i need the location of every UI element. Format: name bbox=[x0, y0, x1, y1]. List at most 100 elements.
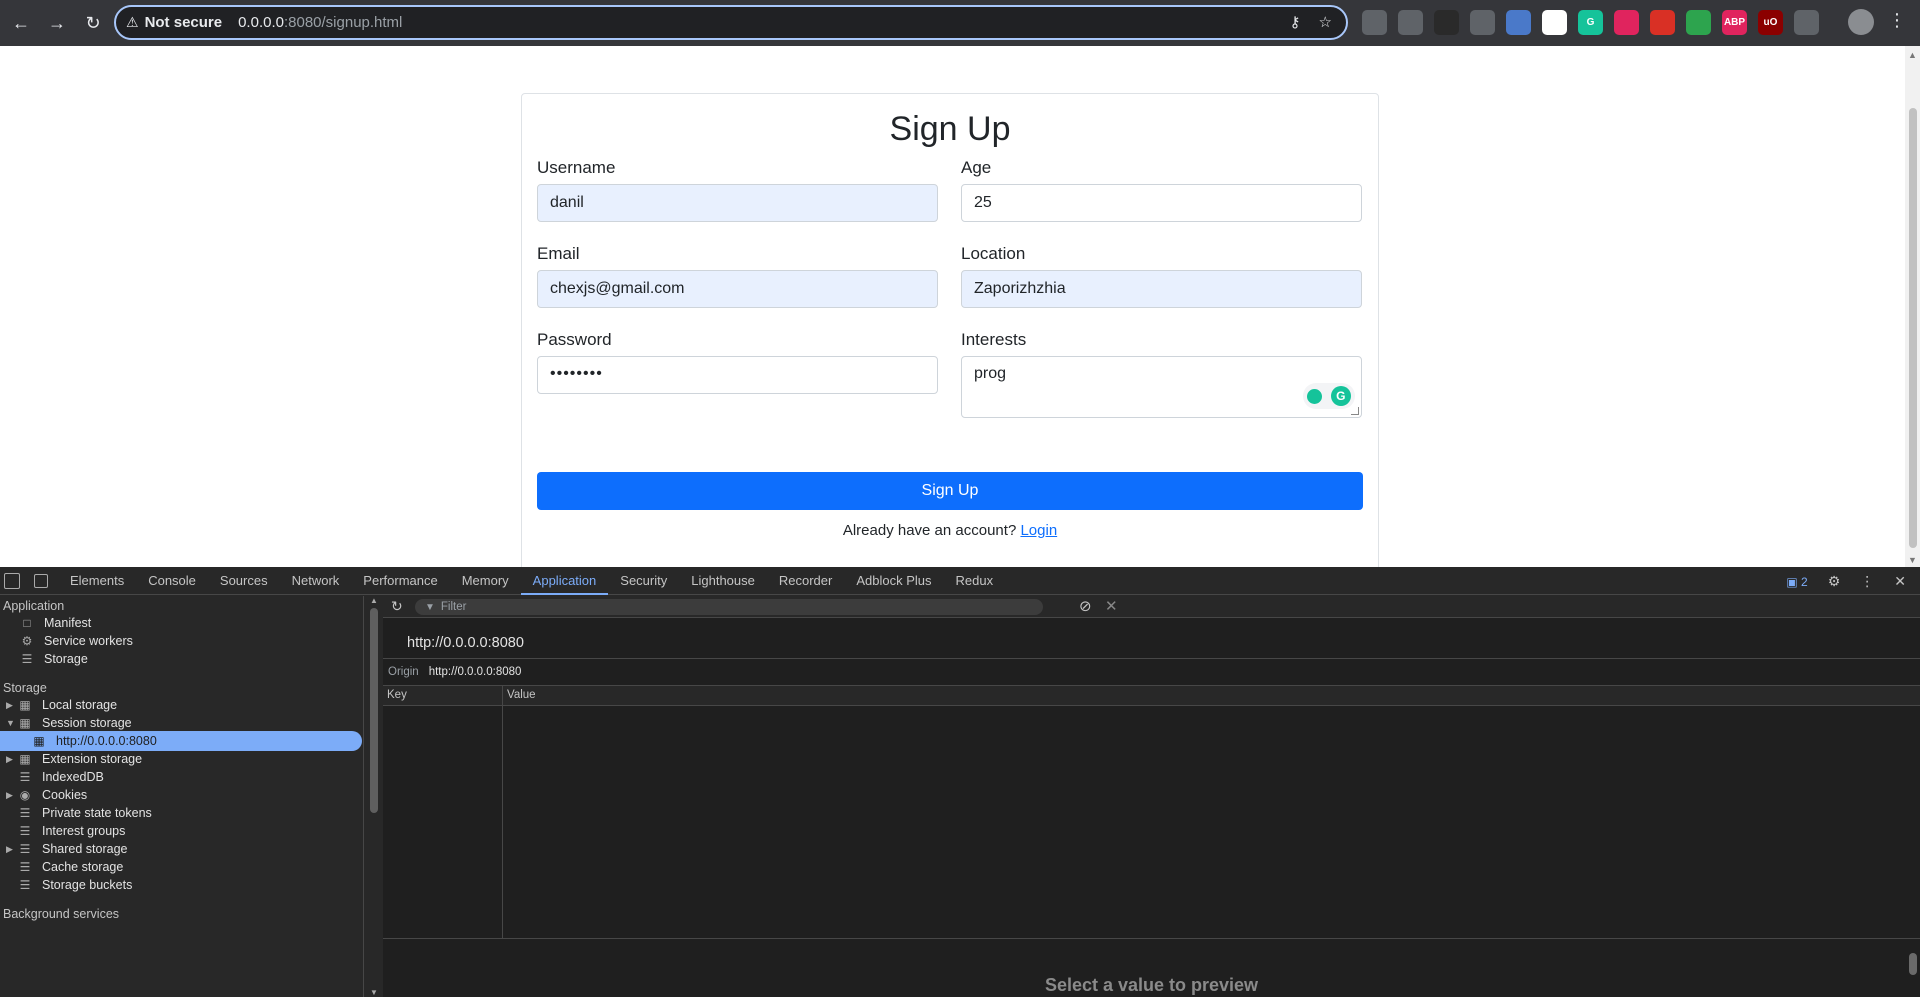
expand-arrow-icon[interactable]: ▶ bbox=[6, 844, 18, 855]
delete-selected-icon[interactable]: ✕ bbox=[1105, 597, 1118, 615]
sidebar-item-storage-buckets[interactable]: ☰ Storage buckets bbox=[18, 875, 133, 895]
address-bar[interactable]: ⚠ Not secure 0.0.0.0 :8080/signup.html ⚷… bbox=[114, 5, 1348, 40]
interests-textarea[interactable]: prog G bbox=[961, 356, 1362, 418]
tab-application[interactable]: Application bbox=[520, 567, 609, 595]
key-column-header[interactable]: Key bbox=[387, 689, 407, 701]
email-field[interactable] bbox=[537, 270, 938, 308]
apps-icon[interactable] bbox=[1362, 10, 1387, 35]
tab-security[interactable]: Security bbox=[608, 567, 679, 595]
scroll-up-icon[interactable]: ▲ bbox=[1908, 50, 1917, 60]
password-field[interactable]: •••••••• bbox=[537, 356, 938, 394]
lightbulb-icon[interactable] bbox=[1307, 388, 1323, 404]
preview-scrollbar[interactable] bbox=[1906, 939, 1920, 997]
scrollbar-thumb[interactable] bbox=[370, 608, 378, 813]
translate-icon[interactable] bbox=[1506, 10, 1531, 35]
password-key-icon[interactable]: ⚷ bbox=[1290, 13, 1301, 31]
close-icon[interactable]: ✕ bbox=[1894, 573, 1906, 590]
sidebar-item-storage[interactable]: ☰ Storage bbox=[20, 649, 88, 669]
cube-icon[interactable] bbox=[1542, 10, 1567, 35]
sidebar-item-shared-storage[interactable]: ▶ ☰ Shared storage bbox=[6, 839, 127, 859]
tab-lighthouse[interactable]: Lighthouse bbox=[679, 567, 767, 595]
table-header: Key Value bbox=[383, 686, 1920, 706]
not-secure-label[interactable]: Not secure bbox=[145, 14, 223, 31]
tab-elements[interactable]: Elements bbox=[58, 567, 136, 595]
tab-network[interactable]: Network bbox=[280, 567, 352, 595]
record-icon[interactable] bbox=[1614, 10, 1639, 35]
expand-arrow-icon[interactable]: ▶ bbox=[6, 790, 18, 801]
key-value-table[interactable]: Key Value bbox=[383, 686, 1920, 939]
expand-arrow-icon[interactable]: ▶ bbox=[6, 700, 18, 711]
sidebar-item-cookies[interactable]: ▶ ◉ Cookies bbox=[6, 785, 87, 805]
tab-memory[interactable]: Memory bbox=[450, 567, 521, 595]
sidebar-item-cache-storage[interactable]: ☰ Cache storage bbox=[18, 857, 124, 877]
scrollbar-thumb[interactable] bbox=[1909, 108, 1917, 548]
sidebar-item-private-state-tokens[interactable]: ☰ Private state tokens bbox=[18, 803, 152, 823]
age-field[interactable] bbox=[961, 184, 1362, 222]
tab-console[interactable]: Console bbox=[136, 567, 208, 595]
sidebar-item-label: Private state tokens bbox=[42, 806, 152, 820]
red-ext-icon[interactable] bbox=[1650, 10, 1675, 35]
devtools-tab-bar: Elements Console Sources Network Performance… bbox=[0, 567, 1920, 595]
sidebar-item-session-origin[interactable]: ▦ http://0.0.0.0:8080 bbox=[0, 731, 362, 751]
device-toolbar-icon[interactable] bbox=[34, 573, 48, 588]
scrollbar-thumb[interactable] bbox=[1909, 953, 1917, 975]
avatar[interactable] bbox=[1848, 9, 1874, 35]
green-ext-icon[interactable] bbox=[1686, 10, 1711, 35]
sidebar-item-extension-storage[interactable]: ▶ ▦ Extension storage bbox=[6, 749, 142, 769]
scroll-down-icon[interactable]: ▼ bbox=[370, 988, 378, 997]
tab-redux[interactable]: Redux bbox=[944, 567, 1006, 595]
page-scrollbar[interactable]: ▲ ▼ bbox=[1905, 46, 1920, 567]
expand-arrow-icon[interactable]: ▶ bbox=[6, 754, 18, 765]
sidebar-item-session-storage[interactable]: ▼ ▦ Session storage bbox=[6, 713, 132, 733]
column-divider[interactable] bbox=[502, 686, 503, 939]
inspect-element-icon[interactable] bbox=[4, 572, 20, 589]
sidebar-item-interest-groups[interactable]: ☰ Interest groups bbox=[18, 821, 126, 841]
collapse-arrow-icon[interactable]: ▼ bbox=[6, 718, 18, 728]
extensions-row: G ABP uO bbox=[1362, 10, 1819, 35]
forward-icon[interactable]: → bbox=[42, 8, 72, 38]
scroll-down-icon[interactable]: ▼ bbox=[1908, 555, 1917, 565]
password-label: Password bbox=[537, 330, 612, 349]
signup-submit-button[interactable]: Sign Up bbox=[537, 472, 1363, 510]
refresh-icon[interactable]: ↻ bbox=[391, 598, 403, 615]
sidebar-item-indexeddb[interactable]: ☰ IndexedDB bbox=[18, 767, 104, 787]
tab-adblock-plus[interactable]: Adblock Plus bbox=[844, 567, 943, 595]
interests-label: Interests bbox=[961, 330, 1027, 349]
target-icon[interactable] bbox=[1398, 10, 1423, 35]
warning-icon[interactable]: ⚠ bbox=[126, 14, 139, 31]
kebab-menu-icon[interactable]: ⋮ bbox=[1888, 10, 1906, 31]
tab-recorder[interactable]: Recorder bbox=[767, 567, 844, 595]
sidebar-scrollbar[interactable]: ▲ ▼ bbox=[367, 596, 381, 997]
location-field[interactable] bbox=[961, 270, 1362, 308]
scroll-up-icon[interactable]: ▲ bbox=[370, 596, 378, 605]
interests-value: prog bbox=[974, 365, 1007, 382]
username-field[interactable] bbox=[537, 184, 938, 222]
issues-badge[interactable]: ▣ 2 bbox=[1786, 575, 1807, 589]
grammarly-widget[interactable]: G bbox=[1303, 383, 1355, 409]
tab-sources[interactable]: Sources bbox=[208, 567, 280, 595]
bookmark-star-icon[interactable]: ☆ bbox=[1319, 13, 1332, 31]
grammarly-ext-icon[interactable]: G bbox=[1578, 10, 1603, 35]
clear-all-icon[interactable]: ⊘ bbox=[1079, 597, 1092, 615]
camera-icon[interactable] bbox=[1470, 10, 1495, 35]
devtools-menu-icon[interactable]: ⋮ bbox=[1860, 573, 1874, 590]
resize-handle[interactable] bbox=[1351, 407, 1359, 415]
sidebar-item-manifest[interactable]: □ Manifest bbox=[20, 613, 91, 633]
ublock-icon[interactable]: uO bbox=[1758, 10, 1783, 35]
grammarly-icon[interactable]: G bbox=[1330, 386, 1351, 406]
table-icon: ▦ bbox=[19, 752, 31, 766]
sidebar-item-service-workers[interactable]: ⚙ Service workers bbox=[20, 631, 133, 651]
puzzle-icon[interactable] bbox=[1794, 10, 1819, 35]
settings-gear-icon[interactable]: ⚙ bbox=[1828, 573, 1841, 590]
reload-icon[interactable]: ↻ bbox=[78, 8, 108, 38]
sidebar-item-label: Extension storage bbox=[42, 752, 143, 766]
dark-ext-icon[interactable] bbox=[1434, 10, 1459, 35]
tab-performance[interactable]: Performance bbox=[351, 567, 449, 595]
back-icon[interactable]: ← bbox=[6, 8, 36, 38]
filter-input[interactable]: ▼ Filter bbox=[415, 599, 1043, 615]
sidebar-item-label: Storage buckets bbox=[42, 878, 133, 892]
login-link[interactable]: Login bbox=[1020, 522, 1057, 539]
value-column-header[interactable]: Value bbox=[507, 689, 536, 701]
sidebar-item-local-storage[interactable]: ▶ ▦ Local storage bbox=[6, 695, 117, 715]
adblock-icon[interactable]: ABP bbox=[1722, 10, 1747, 35]
